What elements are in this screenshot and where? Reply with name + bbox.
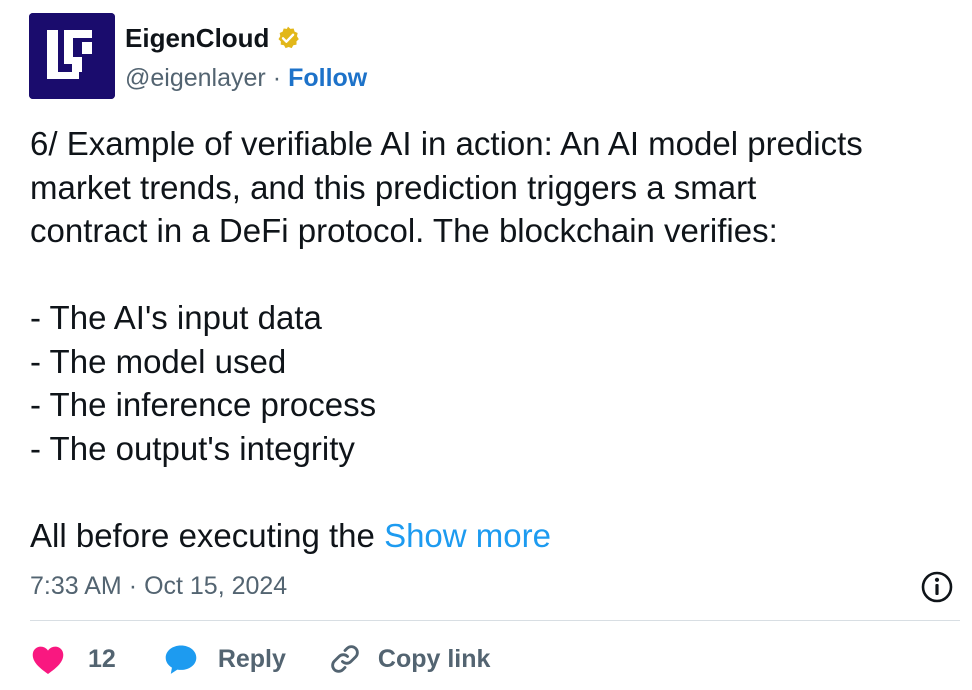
author-handle[interactable]: @eigenlayer bbox=[125, 64, 266, 93]
tweet-line: - The AI's input data bbox=[30, 299, 322, 336]
tweet-actions: 12 Reply Copy link bbox=[30, 636, 490, 682]
like-count: 12 bbox=[88, 644, 116, 673]
author-handle-row: @eigenlayer · Follow bbox=[125, 62, 367, 94]
like-button[interactable]: 12 bbox=[30, 643, 116, 675]
tweet-last-line: All before executing the Show more bbox=[30, 514, 960, 558]
divider bbox=[30, 620, 960, 621]
timestamp-separator: · bbox=[128, 571, 138, 600]
avatar[interactable] bbox=[29, 13, 115, 99]
verified-badge-icon bbox=[278, 26, 300, 49]
heart-icon bbox=[32, 646, 64, 674]
speech-bubble-icon bbox=[165, 645, 197, 674]
handle-separator: · bbox=[272, 63, 282, 92]
tweet-text: 6/ Example of verifiable AI in action: A… bbox=[30, 122, 960, 557]
author-display-name[interactable]: EigenCloud bbox=[125, 23, 269, 54]
tweet-line: All before executing the bbox=[30, 516, 385, 554]
copy-link-button[interactable]: Copy link bbox=[328, 642, 491, 676]
tweet-date: Oct 15, 2024 bbox=[144, 571, 288, 600]
tweet-line: - The output's integrity bbox=[30, 429, 355, 467]
tweet-line: contract in a DeFi protocol. The blockch… bbox=[30, 212, 778, 249]
tweet-timestamp-row[interactable]: 7:33 AM · Oct 15, 2024 bbox=[30, 568, 287, 604]
show-more-link[interactable]: Show more bbox=[384, 517, 551, 554]
follow-button[interactable]: Follow bbox=[288, 64, 367, 93]
eigenlayer-logo bbox=[29, 13, 115, 99]
tweet-line: - The model used bbox=[30, 342, 287, 380]
tweet-line: market trends, and this prediction trigg… bbox=[30, 168, 757, 206]
tweet-time: 7:33 AM bbox=[30, 571, 122, 600]
tweet-line: 6/ Example of verifiable AI in action: A… bbox=[30, 125, 863, 162]
copy-link-label: Copy link bbox=[377, 644, 491, 673]
reply-button[interactable]: Reply bbox=[164, 643, 286, 675]
author-name-row: EigenCloud bbox=[125, 22, 301, 54]
reply-label: Reply bbox=[217, 644, 286, 673]
tweet-line: - The inference process bbox=[30, 386, 377, 423]
info-icon[interactable] bbox=[919, 569, 955, 605]
link-icon bbox=[331, 645, 359, 673]
